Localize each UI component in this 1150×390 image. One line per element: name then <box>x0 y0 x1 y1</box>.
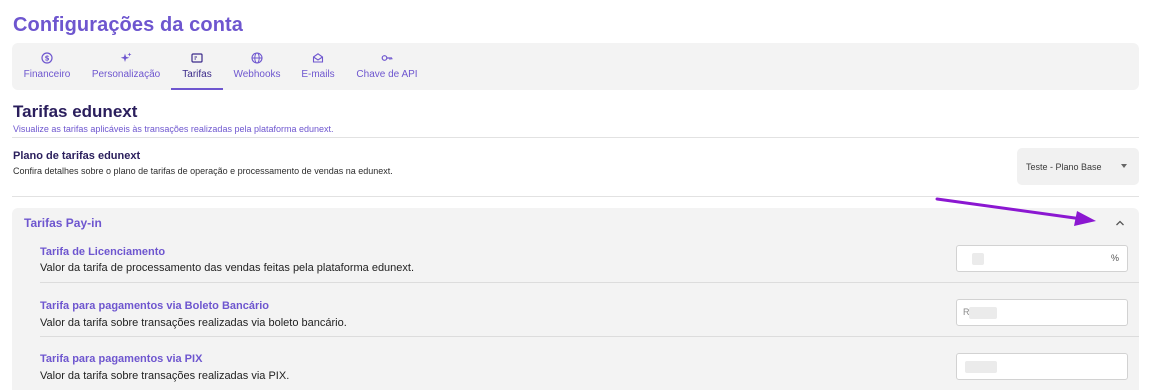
annotation-arrow-icon <box>935 197 1096 226</box>
